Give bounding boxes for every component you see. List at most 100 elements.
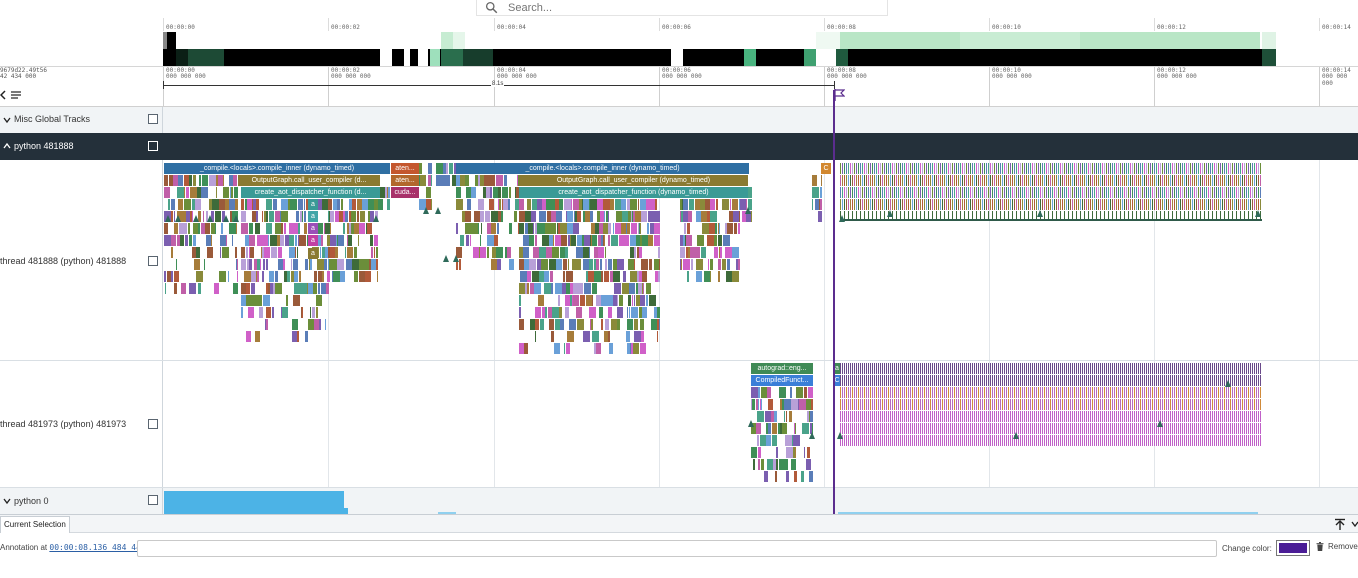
flame-slice[interactable]: [1034, 399, 1035, 410]
flame-slice[interactable]: [630, 199, 632, 210]
color-picker[interactable]: [1276, 540, 1310, 556]
flame-slice[interactable]: [866, 423, 867, 434]
flame-slice[interactable]: [657, 319, 659, 330]
flame-slice[interactable]: [1120, 375, 1121, 386]
flame-slice[interactable]: [910, 363, 911, 374]
flame-slice[interactable]: [1052, 175, 1053, 186]
flame-slice[interactable]: [1238, 387, 1239, 398]
flame-slice[interactable]: [932, 175, 933, 186]
flame-slice[interactable]: [1248, 399, 1249, 410]
flame-slice[interactable]: [1250, 423, 1251, 434]
flame-slice[interactable]: [876, 175, 877, 186]
flame-slice[interactable]: [388, 187, 390, 198]
flame-slice[interactable]: [920, 175, 921, 186]
flame-slice[interactable]: [1100, 435, 1101, 446]
flame-slice[interactable]: [1088, 199, 1089, 210]
flame-slice[interactable]: [541, 259, 548, 270]
flame-slice[interactable]: [1008, 163, 1009, 174]
flame-slice[interactable]: [700, 199, 705, 210]
flame-slice[interactable]: [226, 235, 227, 246]
flame-slice[interactable]: [958, 187, 959, 198]
flame-slice[interactable]: [848, 375, 849, 386]
flame-slice[interactable]: [250, 247, 254, 258]
flame-slice[interactable]: [904, 363, 905, 374]
flame-slice[interactable]: [545, 223, 552, 234]
flame-slice[interactable]: [1250, 375, 1251, 386]
flame-slice[interactable]: [1038, 175, 1039, 186]
flame-slice[interactable]: [950, 363, 951, 374]
search-input[interactable]: [508, 1, 868, 14]
flame-slice[interactable]: [1056, 435, 1057, 446]
flame-slice[interactable]: [1070, 399, 1071, 410]
flame-slice[interactable]: [952, 423, 953, 434]
flame-slice[interactable]: [1022, 199, 1023, 210]
flame-slice[interactable]: [528, 223, 533, 234]
flame-slice[interactable]: [1046, 435, 1047, 446]
flame-slice[interactable]: [1172, 435, 1173, 446]
flame-slice[interactable]: [914, 423, 915, 434]
flame-slice[interactable]: [687, 271, 689, 282]
flame-slice[interactable]: [1018, 199, 1019, 210]
flame-slice[interactable]: [858, 387, 859, 398]
flame-slice[interactable]: [201, 223, 205, 234]
flame-slice[interactable]: [709, 223, 715, 234]
flame-slice[interactable]: [578, 283, 583, 294]
flame-slice[interactable]: [1058, 387, 1059, 398]
flame-slice[interactable]: [856, 375, 857, 386]
flame-slice[interactable]: [1098, 399, 1099, 410]
flame-slice[interactable]: [932, 435, 933, 446]
flame-slice[interactable]: [1122, 163, 1123, 174]
flame-slice[interactable]: [862, 411, 863, 422]
flame-slice[interactable]: [866, 375, 867, 386]
flame-slice[interactable]: [1194, 163, 1195, 174]
flame-slice[interactable]: [1214, 435, 1215, 446]
flame-slice[interactable]: [1044, 163, 1045, 174]
flame-slice[interactable]: [840, 423, 841, 434]
flame-slice[interactable]: [1070, 163, 1071, 174]
flame-slice[interactable]: [1178, 435, 1179, 446]
flame-slice[interactable]: [627, 307, 628, 318]
flame-slice[interactable]: [1080, 187, 1081, 198]
flame-slice[interactable]: [1090, 163, 1091, 174]
flame-slice[interactable]: [988, 387, 989, 398]
flame-slice[interactable]: [1258, 387, 1259, 398]
flame-slice[interactable]: [1208, 363, 1209, 374]
flame-slice[interactable]: [748, 199, 752, 210]
flame-slice[interactable]: [1112, 163, 1113, 174]
collapse-all-icon[interactable]: [0, 90, 8, 100]
flame-slice[interactable]: [1006, 163, 1007, 174]
flame-slice[interactable]: [974, 387, 975, 398]
flame-slice[interactable]: [257, 235, 262, 246]
flame-slice[interactable]: [648, 211, 655, 222]
flame-slice[interactable]: [906, 375, 907, 386]
flame-slice[interactable]: [956, 399, 957, 410]
flame-slice[interactable]: [980, 199, 981, 210]
flame-slice[interactable]: [1198, 175, 1199, 186]
flame-slice[interactable]: [1222, 411, 1223, 422]
flame-slice[interactable]: [1096, 363, 1097, 374]
flame-slice[interactable]: [1238, 363, 1239, 374]
flame-slice[interactable]: [555, 319, 556, 330]
flame-slice[interactable]: [1222, 387, 1223, 398]
flame-slice[interactable]: [1212, 363, 1213, 374]
flame-slice[interactable]: [1240, 363, 1241, 374]
flame-slice[interactable]: [484, 175, 490, 186]
flame-slice[interactable]: [1242, 187, 1243, 198]
flame-slice[interactable]: [710, 199, 715, 210]
flame-slice[interactable]: [964, 423, 965, 434]
flame-slice[interactable]: [1136, 435, 1137, 446]
flame-slice[interactable]: [846, 411, 847, 422]
flame-slice[interactable]: [1086, 435, 1087, 446]
flame-slice[interactable]: [954, 399, 955, 410]
flame-slice[interactable]: [1172, 363, 1173, 374]
flame-slice[interactable]: [638, 199, 639, 210]
flame-slice[interactable]: [1090, 399, 1091, 410]
flame-slice[interactable]: [1046, 175, 1047, 186]
flame-slice[interactable]: [1118, 199, 1119, 210]
flame-slice[interactable]: [1232, 435, 1233, 446]
flame-slice[interactable]: [565, 307, 569, 318]
flame-slice[interactable]: [942, 363, 943, 374]
flame-slice[interactable]: [431, 175, 432, 186]
flame-slice[interactable]: [1142, 363, 1143, 374]
flame-slice[interactable]: [1138, 187, 1139, 198]
